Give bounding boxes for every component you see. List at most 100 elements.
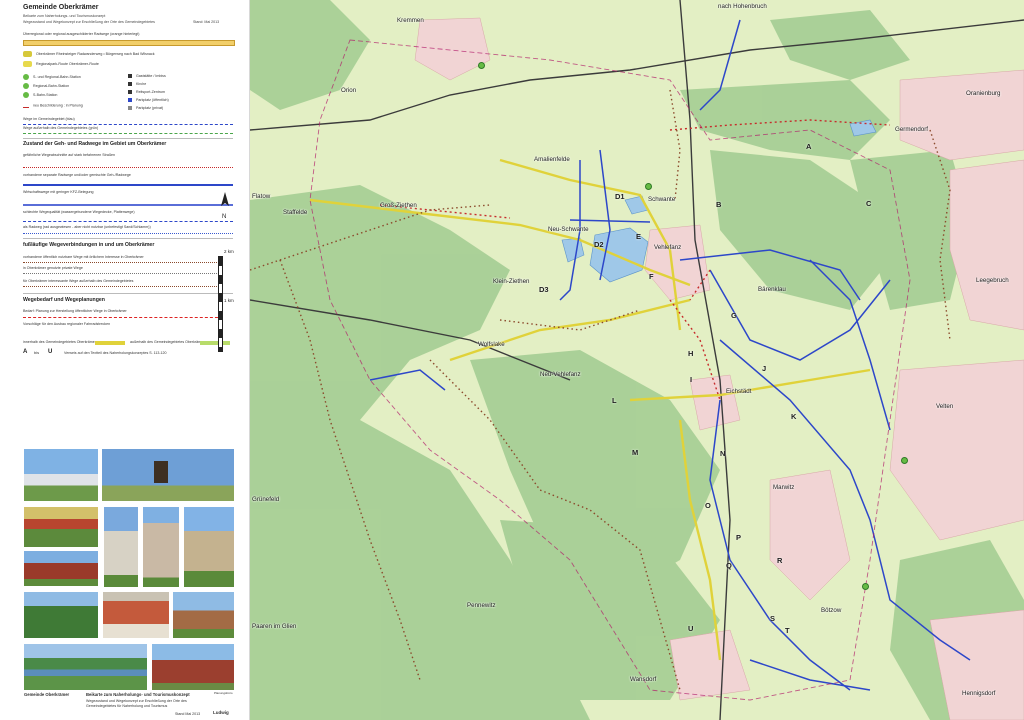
place-velten: Velten xyxy=(936,403,954,410)
place-eichstaedt: Eichstädt xyxy=(726,388,752,395)
photo-costumes xyxy=(103,592,169,638)
photo-church-tower xyxy=(143,507,179,587)
legend-item-parking-private: Parkplatz (privat) xyxy=(128,106,163,113)
place-boetzow: Bötzow xyxy=(821,607,842,614)
place-oranienburg: Oranienburg xyxy=(966,90,1001,97)
legend-row-s: S-Bahn-Station xyxy=(23,92,57,99)
photo-church-stone xyxy=(184,507,234,587)
place-pennewitz: Pennewitz xyxy=(467,602,496,609)
photo-poppy-field xyxy=(24,507,98,547)
footer-left-title: Gemeinde Oberkrämer xyxy=(24,692,70,697)
place-leegebruch: Leegebruch xyxy=(976,277,1009,284)
station-icon xyxy=(862,583,869,590)
ab-from: A xyxy=(23,349,28,355)
place-staffelde: Staffelde xyxy=(283,209,308,216)
zustand-item-1: gefährliche Wegeabschnitte auf stark bef… xyxy=(23,153,116,157)
route-letter-c: C xyxy=(866,199,872,208)
footer-stand: Stand Mai 2013 xyxy=(175,712,201,716)
station-icon xyxy=(645,183,652,190)
legend-item-riding: Reitsport-Zentrum xyxy=(128,90,165,97)
section-zustand-title: Zustand der Geh- und Radwege im Gebiet u… xyxy=(23,141,167,147)
legend-row-sr: S- und Regional-Bahn-Station xyxy=(23,74,81,81)
route-letter-p: P xyxy=(736,533,742,542)
legend-title: Gemeinde Oberkrämer xyxy=(23,4,99,11)
place-neu-schwante: Neu-Schwante xyxy=(548,226,589,233)
bedarf-item-outside: außerhalb des Gemeindegebietes Oberkräme… xyxy=(130,340,205,344)
photo-park xyxy=(24,592,98,638)
legend-row-rr: Regionalpark-Route Oberkrämer-Route xyxy=(23,61,99,68)
station-icon xyxy=(901,457,908,464)
map-area[interactable]: Kremmen nach Hohenbruch Oranienburg Orio… xyxy=(250,0,1024,720)
place-amalienfelde: Amalienfelde xyxy=(534,156,570,163)
scale-label-2km: 2 km xyxy=(224,249,234,254)
photo-red-brick-house xyxy=(24,551,98,586)
route-letter-d2: D2 xyxy=(594,240,604,249)
route-letter-a: A xyxy=(806,142,812,151)
route-letter-e: E xyxy=(636,232,642,241)
route-letter-b: B xyxy=(716,200,722,209)
zustand-item-2: vorhandene separate Radwege und/oder gem… xyxy=(23,173,131,177)
legend-stand: Stand: Mai 2013 xyxy=(193,20,220,24)
route-letter-f: F xyxy=(649,272,654,281)
route-letter-n: N xyxy=(720,449,726,458)
legend-row-highlight: Überregional oder regional ausgeschilder… xyxy=(23,32,140,36)
legend-row-outside: Wege außerhalb des Gemeindegebietes (grü… xyxy=(23,126,99,130)
section-bedarf-title: Wegebedarf und Wegeplanungen xyxy=(23,297,105,303)
zustand-item-4: schlechte Wegequalität (wassergebundene … xyxy=(23,210,135,214)
route-letter-h: H xyxy=(688,349,694,358)
bedarf-item-2: Vorschläge für den Ausbau regionaler Fah… xyxy=(23,322,111,326)
photo-aerial-lakes xyxy=(24,644,147,690)
place-neu-vehlefanz: Neu-Vehlefanz xyxy=(540,371,581,378)
footer-subtitle: Wegezustand und Wegekonzept zur Erschlie… xyxy=(86,699,187,708)
legend-item-restaurant: Gaststätte / Imbiss xyxy=(128,74,166,81)
route-letter-s: S xyxy=(770,614,776,623)
north-label: N xyxy=(222,214,227,220)
place-baerenklau: Bärenklau xyxy=(758,286,786,293)
legend-item-church: Kirche xyxy=(128,82,146,89)
legend-subtitle-1: Beikarte zum Naherholungs- und Tourismus… xyxy=(23,14,106,18)
bedarf-item-1: Bedarf: Planung zur Herstellung öffentli… xyxy=(23,309,127,313)
legend-row-planning: neu Beschilderung : in Planung xyxy=(23,103,83,110)
place-germendorf: Germendorf xyxy=(895,126,929,133)
place-hennigsdorf: Hennigsdorf xyxy=(962,690,996,697)
route-letter-t: T xyxy=(785,626,790,635)
map-svg xyxy=(250,0,1024,720)
route-letter-d1: D1 xyxy=(615,192,625,201)
photo-church-white xyxy=(104,507,138,587)
bedarf-item-inside: innerhalb des Gemeindegebietes Oberkräme… xyxy=(23,340,96,344)
legend-item-parking-public: Parkplatz (öffentlich) xyxy=(128,98,169,105)
place-marwitz: Marwitz xyxy=(773,484,795,491)
ab-mid: bis xyxy=(34,350,40,355)
route-letter-j: J xyxy=(762,364,767,373)
section-fuss-title: fußläufige Wegeverbindungen in und um Ob… xyxy=(23,242,155,248)
place-gruenefeld: Grünefeld xyxy=(252,496,280,503)
fuss-item-3: für Oberkrämer interessante Wege außerha… xyxy=(23,279,134,283)
legend-row-r: Regional-Bahn-Station xyxy=(23,83,69,90)
footer-center-title: Beikarte zum Naherholungs- und Tourismus… xyxy=(86,692,190,697)
place-hohenbruch: nach Hohenbruch xyxy=(718,3,767,10)
legend-row-inside: Wege im Gemeindegebiet (blau) xyxy=(23,117,75,121)
photo-manor-house xyxy=(24,449,98,501)
zustand-item-5: als Radweg (rad ausgewiesen - aber nicht… xyxy=(23,225,151,229)
fuss-item-1: vorhandene öffentlich nutzbare Wege mit … xyxy=(23,255,144,259)
place-kremmen: Kremmen xyxy=(397,17,424,24)
legend-row-orr: Oberkrämer Rheinsteiger Radwanderweg • B… xyxy=(23,51,155,58)
photo-village-church xyxy=(173,592,234,638)
route-letter-l: L xyxy=(612,396,617,405)
route-letter-r: R xyxy=(777,556,783,565)
ab-to: U xyxy=(48,349,53,355)
place-vehlefanz: Vehlefanz xyxy=(654,244,682,251)
place-klein-ziethen: Klein-Ziethen xyxy=(493,278,530,285)
place-wansdorf: Wansdorf xyxy=(630,676,657,683)
photo-windmill xyxy=(102,449,234,501)
legend-subtitle-2: Wegezustand und Wegekonzept zur Erschlie… xyxy=(23,20,155,24)
route-letter-d3: D3 xyxy=(539,285,549,294)
scale-bar xyxy=(218,256,223,352)
legend-panel: Gemeinde Oberkrämer Beikarte zum Naherho… xyxy=(0,0,250,720)
fuss-item-2: in Oberkrämer genutzte private Wege xyxy=(23,266,83,270)
place-wolfslake: Wolfslake xyxy=(478,341,505,348)
place-schwante: Schwante xyxy=(648,196,676,203)
route-letter-i: I xyxy=(690,375,693,384)
route-letter-q: Q xyxy=(726,561,732,570)
route-letter-m: M xyxy=(632,448,639,457)
